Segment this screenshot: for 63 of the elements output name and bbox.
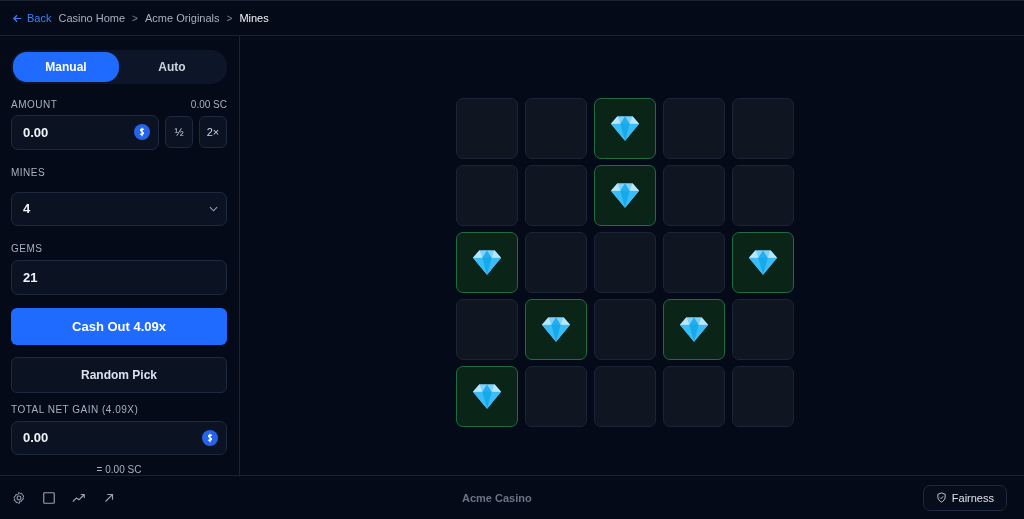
net-gain-field: 0.00: [11, 420, 227, 455]
hidden-tile[interactable]: [662, 165, 725, 226]
diamond-icon: [471, 383, 502, 410]
gems-field[interactable]: 21: [11, 260, 227, 295]
square-icon[interactable]: [42, 490, 56, 505]
hidden-tile[interactable]: [524, 98, 587, 159]
hidden-tile[interactable]: [524, 366, 587, 427]
diamond-icon: [678, 316, 709, 343]
half-button[interactable]: ½: [165, 116, 193, 149]
mode-tab[interactable]: Auto: [119, 52, 225, 82]
hidden-tile[interactable]: [524, 232, 587, 293]
cash-out-button[interactable]: Cash Out 4.09x: [11, 307, 227, 345]
diamond-icon: [609, 115, 640, 142]
hidden-tile[interactable]: [455, 165, 518, 226]
hidden-tile[interactable]: [662, 366, 725, 427]
diamond-icon: [747, 249, 778, 276]
breadcrumb-separator: >: [226, 12, 233, 24]
chevron-down-icon: [209, 205, 218, 212]
double-button[interactable]: 2×: [199, 116, 227, 149]
back-link[interactable]: Back: [12, 12, 52, 24]
gem-tile[interactable]: [731, 232, 794, 293]
gem-tile[interactable]: [524, 299, 587, 360]
fairness-button[interactable]: Fairness: [922, 484, 1007, 511]
random-pick-button[interactable]: Random Pick: [11, 357, 227, 393]
back-arrow-icon: [12, 12, 23, 24]
coin-icon: [202, 429, 218, 446]
breadcrumb-separator: >: [132, 12, 138, 24]
field-label: MINES: [11, 166, 47, 178]
hidden-tile[interactable]: [731, 366, 794, 427]
gem-tile[interactable]: [455, 366, 518, 427]
hidden-tile[interactable]: [455, 98, 518, 159]
amount-field[interactable]: 0.00: [11, 114, 159, 150]
diamond-icon: [471, 249, 502, 276]
mode-tab[interactable]: Manual: [13, 52, 119, 82]
coin-icon: [134, 124, 150, 141]
conversion-text: = 0.00 SC: [96, 464, 142, 475]
balance-text: 0.00 SC: [190, 98, 227, 110]
hidden-tile[interactable]: [593, 232, 656, 293]
brand-text: Acme Casino: [462, 491, 533, 504]
breadcrumb-link[interactable]: Casino Home: [58, 12, 126, 24]
hidden-tile[interactable]: [731, 98, 794, 159]
shield-icon: [935, 492, 947, 503]
field-label: GEMS: [11, 243, 44, 255]
gem-tile[interactable]: [455, 232, 518, 293]
field-label: AMOUNT: [11, 98, 58, 110]
breadcrumb-link[interactable]: Acme Originals: [144, 12, 220, 24]
diamond-icon: [609, 182, 640, 209]
gem-tile[interactable]: [593, 165, 656, 226]
hidden-tile[interactable]: [731, 165, 794, 226]
hidden-tile[interactable]: [593, 299, 656, 360]
hidden-tile[interactable]: [593, 366, 656, 427]
hidden-tile[interactable]: [731, 299, 794, 360]
hidden-tile[interactable]: [662, 232, 725, 293]
gem-tile[interactable]: [593, 98, 656, 159]
diamond-icon: [540, 316, 571, 343]
gem-tile[interactable]: [662, 299, 725, 360]
breadcrumb-link[interactable]: Mines: [239, 12, 269, 24]
hidden-tile[interactable]: [455, 299, 518, 360]
field-label: TOTAL NET GAIN (4.09X): [11, 403, 140, 415]
settings-icon[interactable]: [12, 490, 26, 505]
hidden-tile[interactable]: [662, 98, 725, 159]
mines-select[interactable]: 4: [11, 191, 227, 227]
hidden-tile[interactable]: [524, 165, 587, 226]
